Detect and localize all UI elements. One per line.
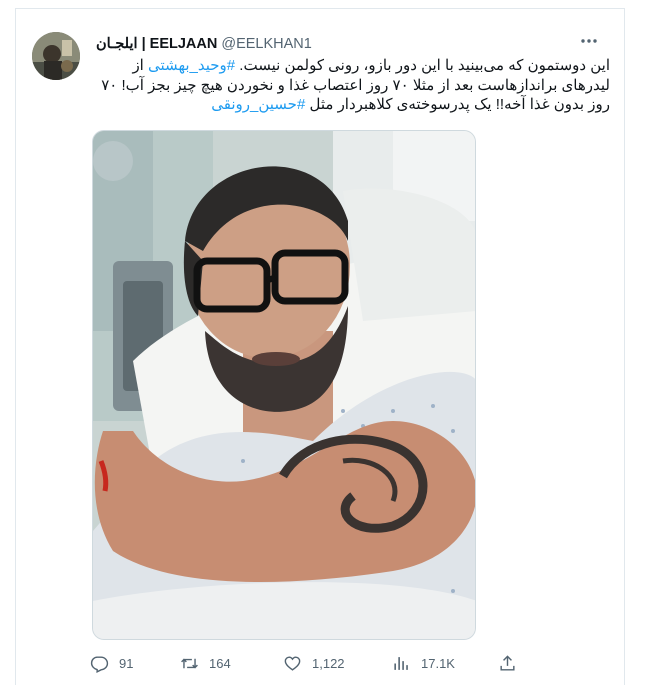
- retweet-icon: [181, 658, 198, 668]
- more-icon[interactable]: [578, 34, 600, 48]
- reply-button[interactable]: 91: [90, 651, 133, 675]
- like-button[interactable]: 1,122: [283, 651, 345, 675]
- action-bar: 91 164 1,122 17.1K: [90, 651, 520, 675]
- tweet-photo[interactable]: [92, 130, 476, 640]
- author-row: ایلجـان | EELJAAN @EELKHAN1: [96, 35, 312, 53]
- reply-icon: [90, 655, 109, 673]
- hospital-photo: [93, 131, 475, 639]
- display-name[interactable]: ایلجـان | EELJAAN: [96, 36, 217, 52]
- reply-count: 91: [119, 655, 134, 671]
- views-icon: [394, 656, 408, 670]
- tweet-text: این دوستمون که می‌بینید با این دور بازو،…: [95, 56, 610, 115]
- tweet-text-part1: این دوستمون که می‌بینید با این دور بازو،…: [235, 57, 610, 74]
- views-button[interactable]: 17.1K: [392, 651, 455, 675]
- like-icon: [284, 655, 301, 671]
- like-count: 1,122: [312, 655, 345, 671]
- retweet-count: 164: [209, 655, 231, 671]
- views-count: 17.1K: [421, 655, 455, 671]
- retweet-button[interactable]: 164: [180, 651, 231, 675]
- avatar[interactable]: [32, 32, 80, 80]
- share-button[interactable]: [498, 651, 527, 675]
- user-handle[interactable]: @EELKHAN1: [221, 36, 311, 52]
- hashtag-link[interactable]: #وحید_بهشتی: [148, 57, 235, 74]
- avatar-image: [32, 32, 80, 80]
- share-icon: [500, 654, 515, 671]
- hashtag-link[interactable]: #حسین_رونقی: [211, 96, 305, 113]
- page: ایلجـان | EELJAAN @EELKHAN1 این دوستمون ک…: [0, 0, 650, 685]
